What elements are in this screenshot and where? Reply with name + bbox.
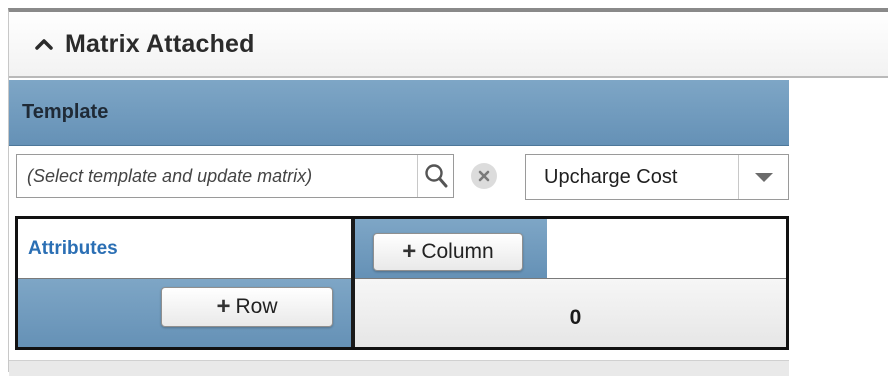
panel-header: Matrix Attached	[9, 12, 888, 78]
attributes-header-cell: Attributes	[18, 219, 351, 279]
caret-down-icon[interactable]	[738, 155, 788, 199]
search-icon[interactable]	[417, 155, 453, 197]
chevron-up-icon[interactable]	[31, 31, 57, 57]
template-header: Template	[9, 80, 789, 146]
column-header-cell: + Column	[355, 219, 547, 279]
template-search-input[interactable]	[17, 156, 411, 196]
panel-title: Matrix Attached	[65, 29, 255, 58]
matrix-editor: Template Upcharge Cost	[9, 80, 789, 376]
add-column-label: Column	[421, 240, 494, 263]
template-search-box	[16, 154, 454, 198]
matrix-value: 0	[569, 306, 582, 329]
matrix-panel: Matrix Attached Template (Select templat…	[8, 8, 888, 376]
bottom-strip	[9, 360, 789, 376]
plus-icon: +	[402, 238, 417, 265]
cost-type-select[interactable]: Upcharge Cost	[525, 154, 789, 200]
plus-icon: +	[216, 293, 231, 320]
clear-icon[interactable]	[471, 163, 497, 189]
template-controls: Upcharge Cost	[9, 154, 789, 202]
add-row-label: Row	[235, 295, 278, 318]
matrix-divider	[351, 219, 355, 347]
row-header-cell: + Row	[18, 279, 351, 347]
matrix-value-cell[interactable]: 0	[355, 279, 786, 347]
add-column-button[interactable]: + Column	[373, 233, 523, 271]
cost-type-value: Upcharge Cost	[544, 165, 678, 188]
attribute-matrix: Attributes + Column + Row 0	[15, 216, 789, 350]
template-label: Template	[22, 101, 109, 123]
add-row-button[interactable]: + Row	[161, 287, 333, 327]
attributes-label[interactable]: Attributes	[28, 238, 118, 260]
column-header-empty	[547, 219, 786, 279]
